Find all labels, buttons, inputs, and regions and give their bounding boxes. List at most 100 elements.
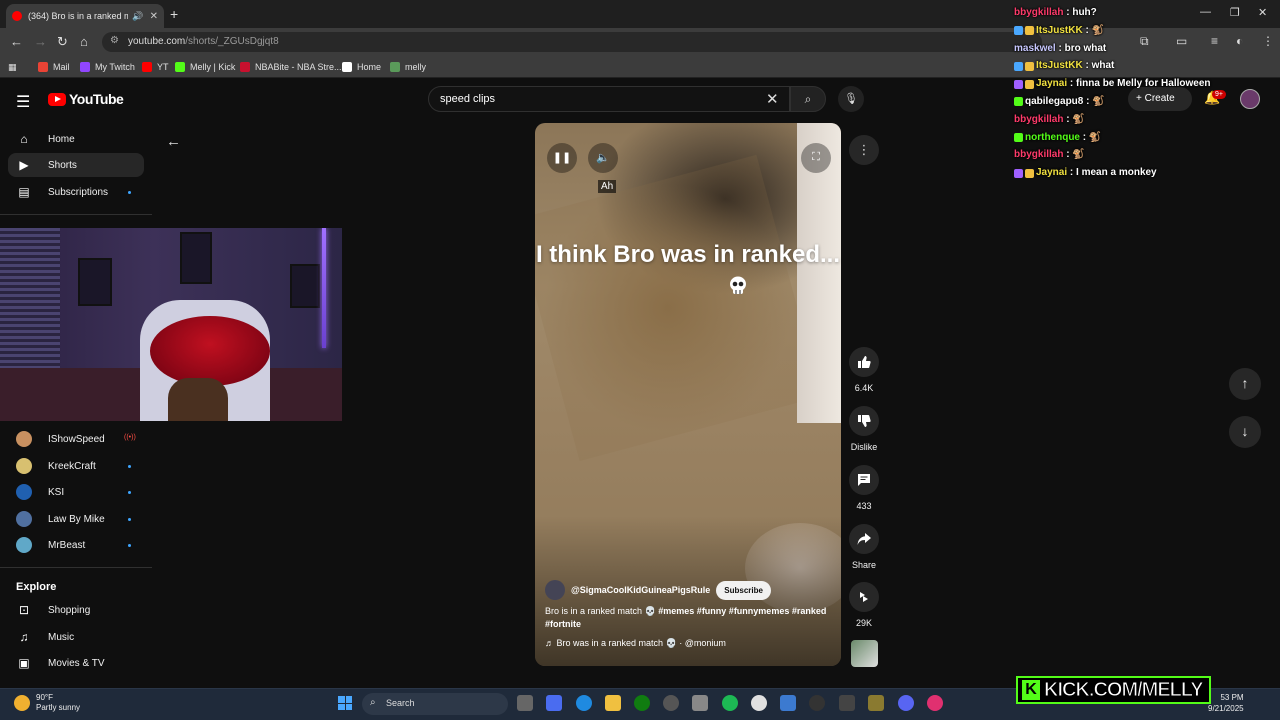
url-input[interactable]: ⚙ youtube.com/shorts/_ZGUsDgjqt8: [102, 32, 1042, 52]
subscribe-button[interactable]: Subscribe: [716, 580, 771, 600]
chat-username: ItsJustKK: [1036, 60, 1083, 72]
app-icon[interactable]: [868, 695, 884, 711]
previous-short-button[interactable]: ↑: [1229, 368, 1261, 400]
task-view-icon[interactable]: [517, 695, 533, 711]
weather-widget[interactable]: 90°F Partly sunny: [14, 693, 80, 713]
sound-thumbnail[interactable]: [851, 640, 878, 667]
dislike-button[interactable]: Dislike: [849, 406, 879, 452]
spotify-icon[interactable]: [722, 695, 738, 711]
short-description[interactable]: Bro is in a ranked match 💀 #memes #funny…: [545, 605, 835, 631]
sidebar-item-home[interactable]: ⌂ Home: [8, 127, 144, 151]
volume-button[interactable]: 🔈: [588, 143, 618, 173]
bookmark-yt[interactable]: YT: [142, 62, 169, 72]
channel-handle[interactable]: @SigmaCoolKidGuineaPigsRule: [571, 585, 710, 595]
browser-tab[interactable]: (364) Bro is in a ranked match 🔊 ✕: [6, 4, 164, 28]
sidebar-item-shorts[interactable]: ▶ Shorts: [8, 153, 144, 177]
chat-username: bbygkillah: [1014, 149, 1064, 161]
youtube-logo[interactable]: YouTube: [48, 91, 124, 107]
share-label: Share: [851, 560, 877, 570]
bookmark-my-twitch[interactable]: My Twitch: [80, 62, 135, 72]
bookmark-home[interactable]: Home: [342, 62, 381, 72]
chrome-icon[interactable]: [751, 695, 767, 711]
short-sound-link[interactable]: ♬ Bro was in a ranked match 💀 · @monium: [545, 638, 726, 649]
bookmark-melly[interactable]: melly: [390, 62, 426, 72]
search-button[interactable]: ⌕: [790, 86, 826, 112]
sidebar-item-movies-tv[interactable]: ▣ Movies & TV: [8, 651, 144, 675]
app-icon[interactable]: [927, 695, 943, 711]
film-icon: ▣: [18, 656, 30, 670]
voice-search-button[interactable]: 🎙: [838, 86, 864, 112]
discord-icon[interactable]: [898, 695, 914, 711]
reload-icon[interactable]: ↻: [57, 34, 68, 50]
next-short-button[interactable]: ↓: [1229, 416, 1261, 448]
app-icon[interactable]: [663, 695, 679, 711]
chat-separator: :: [1067, 167, 1077, 179]
search-icon: ⌕: [370, 697, 376, 708]
hamburger-menu-icon[interactable]: ☰: [16, 92, 30, 112]
sidebar-item-channel[interactable]: KreekCraft: [8, 454, 144, 478]
taskbar-search[interactable]: ⌕ Search: [362, 693, 508, 715]
windows-start-icon[interactable]: [338, 696, 352, 710]
bookmark-melly-kick[interactable]: Melly | Kick: [175, 62, 235, 72]
chat-separator: :: [1083, 95, 1093, 107]
channel-avatar[interactable]: [545, 580, 565, 600]
sidebar-item-channel[interactable]: Law By Mike: [8, 507, 144, 531]
wall-poster: [78, 258, 112, 306]
close-tab-icon[interactable]: ✕: [150, 11, 158, 22]
back-arrow-icon[interactable]: ←: [166, 133, 181, 150]
photos-icon[interactable]: [780, 695, 796, 711]
shopping-bag-icon: ⊡: [18, 603, 30, 617]
pause-button[interactable]: ❚❚: [547, 143, 577, 173]
arrow-up-icon: ↑: [1241, 375, 1249, 391]
back-icon[interactable]: ←: [10, 34, 23, 49]
bookmark-mail[interactable]: Mail: [38, 62, 70, 72]
chat-badge-icon: [1014, 97, 1023, 107]
chat-message: bbygkillah : huh?: [1014, 4, 1274, 22]
edge-icon[interactable]: [576, 695, 592, 711]
short-video-player[interactable]: ❚❚ 🔈 ⛶ Ah I think Bro was in ranked... @…: [535, 123, 841, 666]
video-caption: I think Bro was in ranked...: [535, 241, 841, 268]
chat-text: 🐒: [1072, 113, 1085, 125]
new-tab-icon[interactable]: +: [170, 6, 178, 22]
copilot-icon[interactable]: [546, 695, 562, 711]
sidebar-item-music[interactable]: ♫ Music: [8, 625, 144, 649]
channel-avatar: [16, 458, 32, 474]
file-explorer-icon[interactable]: [605, 695, 621, 711]
channel-avatar: [16, 484, 32, 500]
chat-username: qabilegapu8: [1025, 95, 1084, 107]
forward-icon[interactable]: →: [34, 34, 47, 49]
more-options-button[interactable]: ⋮: [849, 135, 879, 165]
sidebar-item-channel[interactable]: MrBeast: [8, 533, 144, 557]
remix-button[interactable]: 29K: [849, 582, 879, 628]
xbox-icon[interactable]: [634, 695, 650, 711]
sidebar-item-shopping[interactable]: ⊡ Shopping: [8, 598, 144, 622]
partly-sunny-icon: [14, 695, 30, 711]
tab-title: (364) Bro is in a ranked match: [28, 11, 129, 21]
chat-message: northenque : 🐒: [1014, 129, 1274, 147]
chat-message: Jaynai : finna be Melly for Halloween: [1014, 75, 1274, 93]
media-player-icon[interactable]: [809, 695, 825, 711]
chat-text: huh?: [1072, 7, 1097, 18]
speaker-icon[interactable]: 🔊: [132, 11, 143, 22]
comments-button[interactable]: 433: [849, 465, 879, 511]
system-clock[interactable]: 53 PM 9/21/2025: [1208, 692, 1244, 714]
apps-grid-icon[interactable]: ▦: [8, 62, 17, 73]
stream-chat-overlay: bbygkillah : huh? ItsJustKK : 🐒 maskwel : …: [1014, 4, 1274, 182]
chat-separator: :: [1080, 131, 1089, 143]
share-button[interactable]: Share: [849, 524, 879, 570]
pause-icon: ❚❚: [552, 152, 572, 164]
chat-separator: :: [1063, 113, 1073, 125]
twitch-icon: [80, 62, 90, 72]
sidebar-item-subscriptions[interactable]: ▤ Subscriptions: [8, 180, 144, 204]
like-button[interactable]: 6.4K: [849, 347, 879, 393]
clear-search-icon[interactable]: ✕: [766, 90, 779, 108]
temperature: 90°F: [36, 693, 53, 702]
store-icon[interactable]: [692, 695, 708, 711]
sidebar-item-channel[interactable]: KSI: [8, 480, 144, 504]
search-input[interactable]: speed clips: [428, 86, 790, 112]
site-info-icon[interactable]: ⚙: [110, 35, 119, 46]
fullscreen-button[interactable]: ⛶: [801, 143, 831, 173]
app-icon[interactable]: [839, 695, 855, 711]
bookmark-nbabite[interactable]: NBABite - NBA Stre...: [240, 62, 342, 72]
home-icon[interactable]: ⌂: [80, 34, 88, 49]
